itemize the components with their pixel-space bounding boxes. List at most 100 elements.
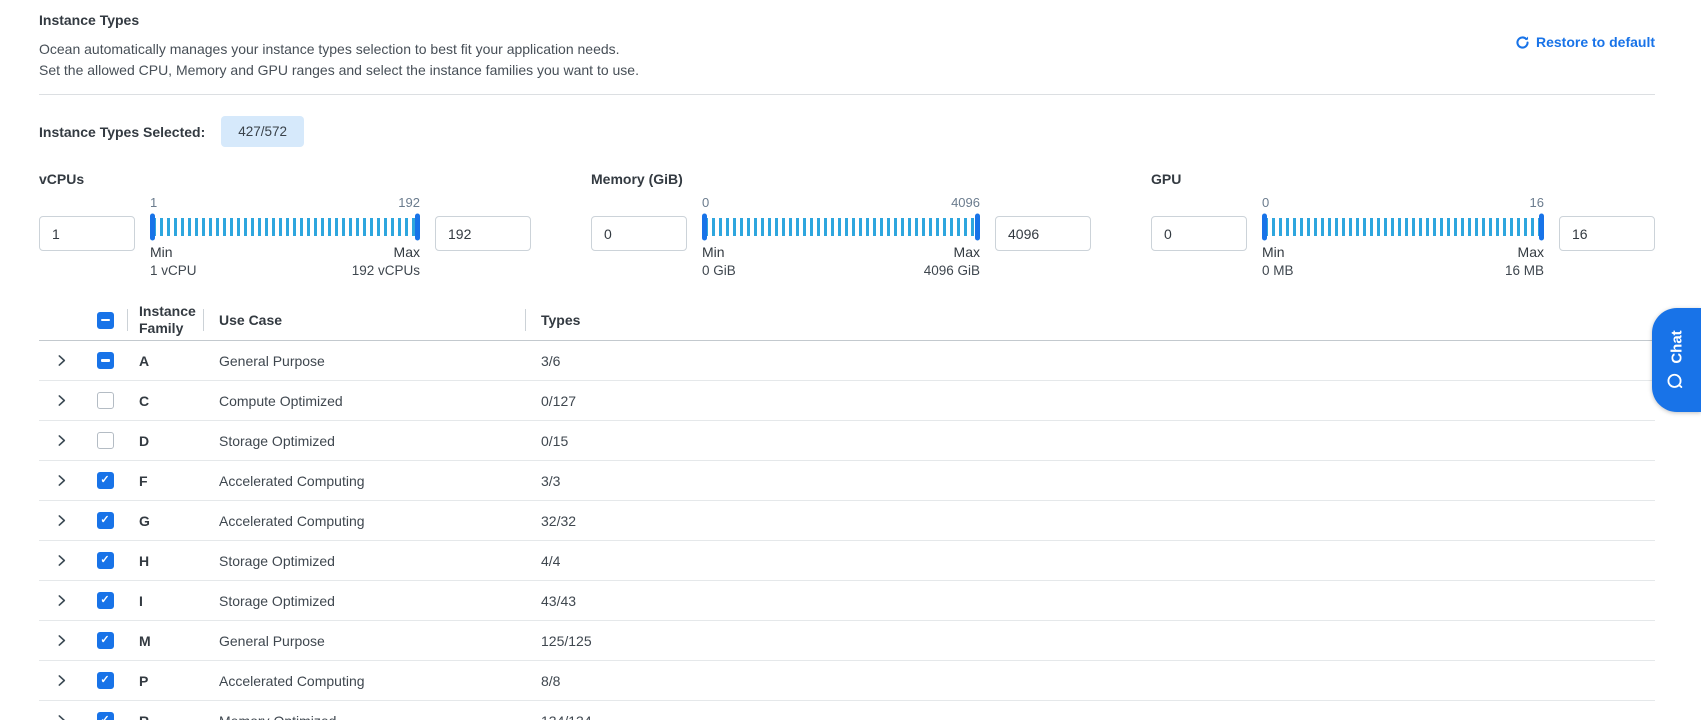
instance-types-panel: Instance Types Ocean automatically manag… — [0, 0, 1701, 720]
memory-label: Memory (GiB) — [591, 171, 1091, 187]
memory-slider-group: Memory (GiB) 0 4096 Min 0 GiB — [591, 171, 1091, 278]
row-checkbox[interactable] — [97, 592, 114, 609]
memory-tick-labels: 0 4096 — [702, 195, 980, 213]
types-count-cell: 3/3 — [525, 473, 1655, 489]
use-case-cell: Accelerated Computing — [203, 473, 525, 489]
use-case-cell: Accelerated Computing — [203, 673, 525, 689]
expand-chevron-icon[interactable] — [39, 554, 83, 567]
gpu-slider-group: GPU 0 16 Min 0 MB — [1151, 171, 1655, 278]
instance-family-cell: R — [127, 713, 203, 720]
expand-chevron-icon[interactable] — [39, 594, 83, 607]
column-header-instance-family: Instance Family — [127, 300, 203, 340]
gpu-max-tick-label: 16 — [1530, 195, 1544, 213]
chat-bubble-icon — [1666, 373, 1687, 390]
vcpus-max-caption: Max 192 vCPUs — [352, 244, 420, 278]
row-checkbox[interactable] — [97, 472, 114, 489]
instance-family-cell: H — [127, 553, 203, 569]
types-count-cell: 0/15 — [525, 433, 1655, 449]
vcpus-label: vCPUs — [39, 171, 531, 187]
memory-min-caption: Min 0 GiB — [702, 244, 736, 278]
column-header-types: Types — [525, 309, 1655, 332]
instance-family-cell: D — [127, 433, 203, 449]
row-checkbox[interactable] — [97, 432, 114, 449]
memory-range-slider[interactable] — [702, 214, 980, 240]
types-count-cell: 134/134 — [525, 713, 1655, 720]
types-count-cell: 0/127 — [525, 393, 1655, 409]
vcpus-max-tick-label: 192 — [398, 195, 420, 213]
gpu-min-input[interactable] — [1151, 216, 1247, 251]
gpu-range-slider[interactable] — [1262, 214, 1544, 240]
vcpus-max-input[interactable] — [435, 216, 531, 251]
page-title: Instance Types — [39, 12, 639, 28]
gpu-min-caption: Min 0 MB — [1262, 244, 1294, 278]
table-row: A General Purpose 3/6 — [39, 341, 1655, 381]
description-line-1: Ocean automatically manages your instanc… — [39, 39, 639, 60]
vcpus-slider-group: vCPUs 1 192 Min 1 vCPU — [39, 171, 531, 278]
use-case-cell: Storage Optimized — [203, 593, 525, 609]
instance-family-cell: A — [127, 353, 203, 369]
chat-button-label: Chat — [1668, 330, 1685, 363]
expand-chevron-icon[interactable] — [39, 714, 83, 720]
vcpus-min-handle[interactable] — [150, 214, 155, 241]
types-count-cell: 8/8 — [525, 673, 1655, 689]
row-checkbox[interactable] — [97, 632, 114, 649]
restore-refresh-icon — [1515, 35, 1530, 50]
table-row: P Accelerated Computing 8/8 — [39, 661, 1655, 701]
memory-max-handle[interactable] — [975, 214, 980, 241]
use-case-cell: Storage Optimized — [203, 433, 525, 449]
table-row: C Compute Optimized 0/127 — [39, 381, 1655, 421]
expand-chevron-icon[interactable] — [39, 434, 83, 447]
instance-family-cell: M — [127, 633, 203, 649]
restore-to-default-label: Restore to default — [1536, 34, 1655, 50]
restore-to-default-link[interactable]: Restore to default — [1515, 34, 1655, 50]
vcpus-max-handle[interactable] — [415, 214, 420, 241]
gpu-min-tick-label: 0 — [1262, 195, 1269, 213]
expand-chevron-icon[interactable] — [39, 474, 83, 487]
use-case-cell: Compute Optimized — [203, 393, 525, 409]
select-all-checkbox[interactable] — [97, 312, 114, 329]
column-header-use-case: Use Case — [203, 309, 525, 332]
gpu-max-handle[interactable] — [1539, 214, 1544, 241]
chat-button[interactable]: Chat — [1652, 308, 1701, 412]
gpu-min-handle[interactable] — [1262, 214, 1267, 241]
memory-min-input[interactable] — [591, 216, 687, 251]
expand-chevron-icon[interactable] — [39, 634, 83, 647]
types-count-cell: 125/125 — [525, 633, 1655, 649]
selected-count-row: Instance Types Selected: 427/572 — [39, 116, 1655, 147]
table-row: M General Purpose 125/125 — [39, 621, 1655, 661]
table-row: F Accelerated Computing 3/3 — [39, 461, 1655, 501]
row-checkbox[interactable] — [97, 512, 114, 529]
memory-max-input[interactable] — [995, 216, 1091, 251]
row-checkbox[interactable] — [97, 712, 114, 720]
types-count-cell: 4/4 — [525, 553, 1655, 569]
use-case-cell: General Purpose — [203, 353, 525, 369]
instance-family-cell: C — [127, 393, 203, 409]
expand-chevron-icon[interactable] — [39, 354, 83, 367]
row-checkbox[interactable] — [97, 552, 114, 569]
panel-header-text: Instance Types Ocean automatically manag… — [39, 12, 639, 81]
use-case-cell: Accelerated Computing — [203, 513, 525, 529]
table-body: A General Purpose 3/6 C Compute Optimize… — [39, 341, 1655, 720]
table-row: R Memory Optimized 134/134 — [39, 701, 1655, 720]
vcpus-range-slider[interactable] — [150, 214, 420, 240]
expand-chevron-icon[interactable] — [39, 514, 83, 527]
row-checkbox[interactable] — [97, 352, 114, 369]
memory-min-handle[interactable] — [702, 214, 707, 241]
row-checkbox[interactable] — [97, 392, 114, 409]
table-row: D Storage Optimized 0/15 — [39, 421, 1655, 461]
expand-chevron-icon[interactable] — [39, 394, 83, 407]
types-count-cell: 3/6 — [525, 353, 1655, 369]
table-row: H Storage Optimized 4/4 — [39, 541, 1655, 581]
use-case-cell: Storage Optimized — [203, 553, 525, 569]
memory-min-tick-label: 0 — [702, 195, 709, 213]
gpu-max-input[interactable] — [1559, 216, 1655, 251]
use-case-cell: General Purpose — [203, 633, 525, 649]
vcpus-min-input[interactable] — [39, 216, 135, 251]
row-checkbox[interactable] — [97, 672, 114, 689]
instance-family-cell: F — [127, 473, 203, 489]
header-divider — [39, 94, 1655, 95]
use-case-cell: Memory Optimized — [203, 713, 525, 720]
expand-chevron-icon[interactable] — [39, 674, 83, 687]
vcpus-tick-labels: 1 192 — [150, 195, 420, 213]
instance-families-table: Instance Family Use Case Types A General… — [39, 300, 1655, 720]
